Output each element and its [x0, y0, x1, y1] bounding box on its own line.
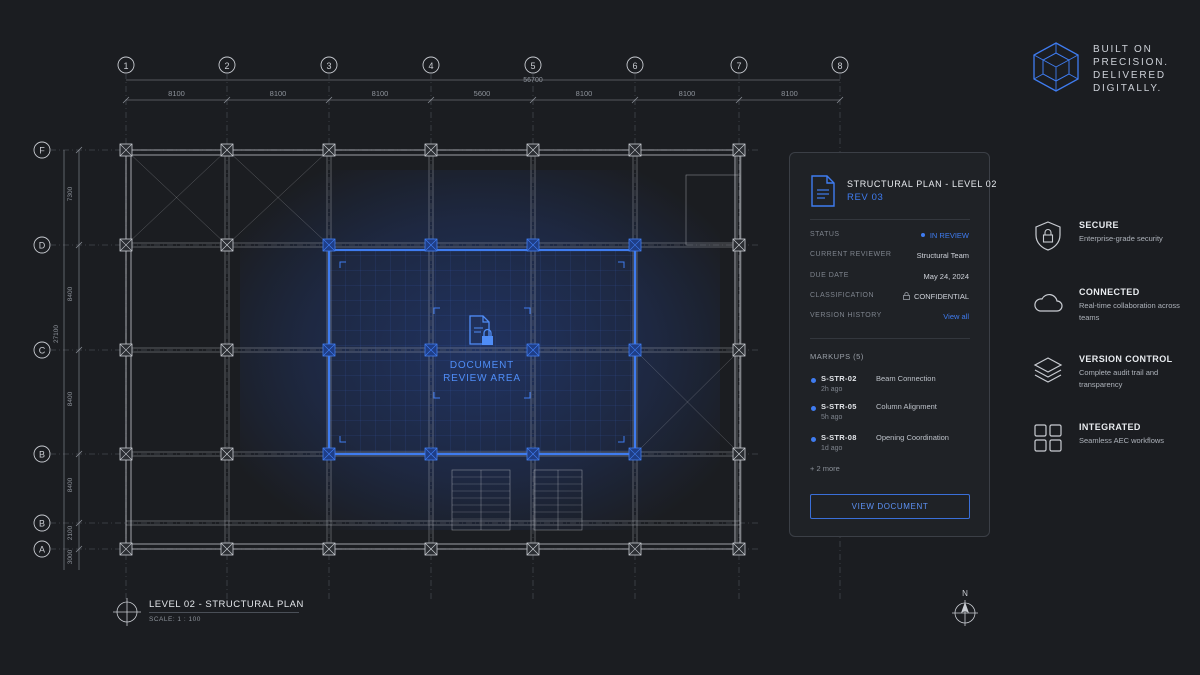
- markup-code: S-STR-02: [821, 374, 857, 383]
- feature-title: INTEGRATED: [1079, 422, 1141, 432]
- markup-code: S-STR-08: [821, 433, 857, 442]
- markup-dot-icon: [811, 378, 816, 383]
- review-area-line2: REVIEW AREA: [443, 373, 521, 384]
- feature-connected: CONNECTED Real-time collaboration across…: [1032, 287, 1192, 337]
- feature-version-control: VERSION CONTROL Complete audit trail and…: [1032, 354, 1192, 404]
- feature-title: CONNECTED: [1079, 287, 1140, 297]
- markup-item[interactable]: S-STR-08 1d ago Opening Coordination: [810, 433, 980, 457]
- markup-dot-icon: [811, 406, 816, 411]
- feature-integrated: INTEGRATED Seamless AEC workflows: [1032, 422, 1192, 472]
- plan-title: LEVEL 02 - STRUCTURAL PLAN: [149, 599, 304, 610]
- markup-time: 1d ago: [821, 445, 843, 452]
- plan-scale: SCALE: 1 : 100: [149, 616, 201, 623]
- status-dot-icon: [920, 233, 925, 238]
- classification-label: CLASSIFICATION: [810, 292, 875, 299]
- feature-description: Seamless AEC workflows: [1079, 436, 1165, 445]
- document-revision: REV 03: [847, 192, 884, 203]
- dimension-span: 8100: [372, 89, 389, 98]
- shield-lock-icon: [1035, 221, 1061, 251]
- due-date-label: DUE DATE: [810, 272, 849, 279]
- markup-item[interactable]: S-STR-05 5h ago Column Alignment: [810, 402, 980, 426]
- dimension-span: 8100: [679, 89, 696, 98]
- classification-value: CONFIDENTIAL: [903, 292, 969, 301]
- view-document-button[interactable]: VIEW DOCUMENT: [810, 494, 970, 519]
- document-title: STRUCTURAL PLAN - LEVEL 02: [847, 179, 997, 189]
- markup-item[interactable]: S-STR-02 2h ago Beam Connection: [810, 374, 980, 398]
- review-area-grid: [329, 250, 635, 454]
- document-review-area-label: DOCUMENT REVIEW AREA: [430, 359, 534, 385]
- feature-title: SECURE: [1079, 220, 1119, 230]
- grid-row-label: B: [39, 519, 45, 529]
- dimension-total: 56700: [523, 77, 543, 84]
- feature-title: VERSION CONTROL: [1079, 354, 1173, 364]
- markup-description: Opening Coordination: [876, 433, 949, 442]
- grid-icon: [1034, 424, 1062, 452]
- layers-icon: [1033, 357, 1063, 383]
- cloud-icon: [1034, 293, 1063, 312]
- dimension-total: 27100: [53, 325, 60, 343]
- structural-plan-drawing: 1 2 3 4 5 6 7 8 F D C B B A 56700 8100 8100 8100 5600 8100 8…: [33, 42, 1079, 626]
- status-badge: IN REVIEW: [920, 231, 969, 240]
- panel-divider: [810, 338, 970, 339]
- panel-divider: [810, 219, 970, 220]
- document-icon: [811, 175, 835, 207]
- grid-column-label: 5: [530, 61, 535, 71]
- lock-icon: [903, 292, 910, 300]
- dimension-span: 7300: [67, 186, 74, 201]
- grid-column-label: 2: [224, 61, 229, 71]
- tagline: BUILT ON PRECISION. DELIVERED DIGITALLY.: [1093, 44, 1169, 94]
- more-markups-link[interactable]: + 2 more: [810, 464, 840, 473]
- dimension-span: 8400: [67, 286, 74, 301]
- markup-code: S-STR-05: [821, 402, 857, 411]
- dimension-span: 8100: [576, 89, 593, 98]
- grid-row-label: F: [39, 146, 45, 156]
- dimension-span: 8100: [168, 89, 185, 98]
- dimension-span: 8400: [67, 477, 74, 492]
- markups-title: MARKUPS (5): [810, 352, 864, 361]
- logo-edges: [1033, 43, 1079, 91]
- grid-row-label: A: [39, 545, 45, 555]
- feature-description: Enterprise-grade security: [1079, 234, 1163, 243]
- markup-time: 2h ago: [821, 386, 843, 393]
- logo-cube-icon: [1033, 42, 1079, 92]
- markup-time: 5h ago: [821, 414, 843, 421]
- dimension-span: 3000: [67, 549, 74, 564]
- reviewer-label: CURRENT REVIEWER: [810, 251, 892, 258]
- dimension-span: 8100: [270, 89, 287, 98]
- markup-description: Beam Connection: [876, 374, 936, 383]
- feature-description: Complete audit trail and transparency: [1079, 368, 1159, 389]
- dimension-span: 8100: [781, 89, 798, 98]
- north-label: N: [962, 589, 968, 598]
- feature-secure: SECURE Enterprise-grade security: [1032, 220, 1192, 270]
- grid-row-label: C: [39, 346, 46, 356]
- grid-column-label: 3: [326, 61, 331, 71]
- feature-description: Real-time collaboration across teams: [1079, 301, 1180, 322]
- grid-row-label: D: [39, 241, 46, 251]
- dimension-span: 8400: [67, 391, 74, 406]
- grid-column-label: 4: [428, 61, 433, 71]
- markup-dot-icon: [811, 437, 816, 442]
- grid-column-label: 1: [123, 61, 128, 71]
- markup-description: Column Alignment: [876, 402, 937, 411]
- grid-column-label: 6: [632, 61, 637, 71]
- review-area-line1: DOCUMENT: [449, 360, 515, 371]
- version-history-label: VERSION HISTORY: [810, 312, 882, 319]
- dimension-span: 5600: [474, 89, 491, 98]
- due-date-value: May 24, 2024: [923, 272, 969, 281]
- grid-column-label: 7: [736, 61, 741, 71]
- plan-title-underline: [149, 612, 299, 613]
- reviewer-value: Structural Team: [916, 251, 969, 260]
- document-info-panel: STRUCTURAL PLAN - LEVEL 02 REV 03 STATUS…: [789, 152, 996, 537]
- grid-row-label: B: [39, 450, 45, 460]
- grid-column-label: 8: [837, 61, 842, 71]
- status-label: STATUS: [810, 231, 840, 238]
- dimension-span: 2100: [67, 525, 74, 540]
- lock-body: [482, 336, 493, 345]
- view-all-link[interactable]: View all: [943, 312, 969, 321]
